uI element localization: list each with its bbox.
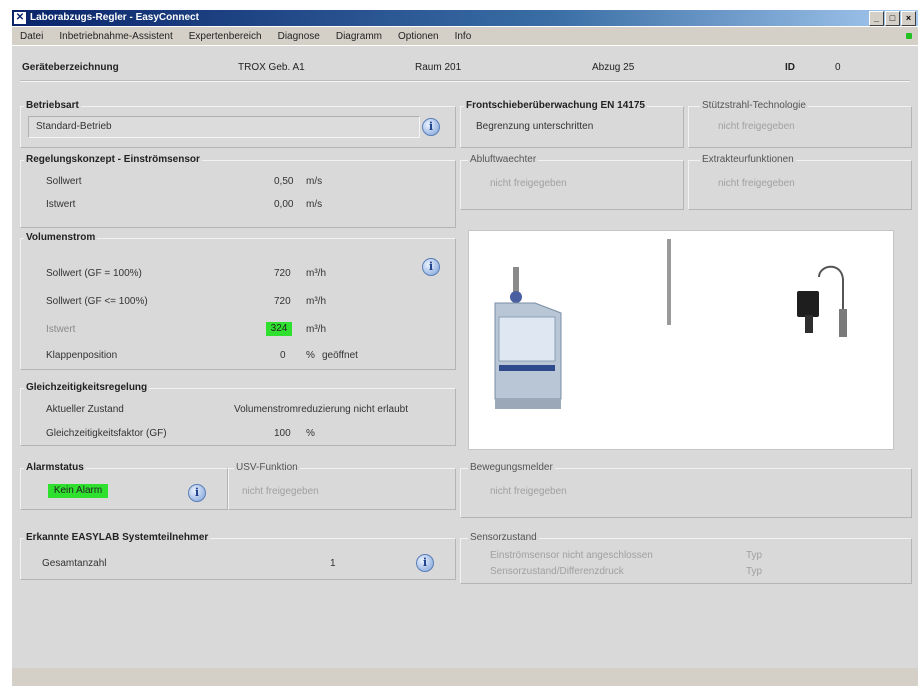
menu-optionen[interactable]: Optionen xyxy=(390,31,447,42)
title-bar: ✕ Laborabzugs-Regler - EasyConnect _ □ × xyxy=(12,10,918,26)
bewegung-title: Bewegungsmelder xyxy=(468,462,555,473)
fume-hood-image xyxy=(468,230,894,450)
alarmstatus-info-icon[interactable]: i xyxy=(188,484,206,502)
betriebsart-info-icon[interactable]: i xyxy=(422,118,440,136)
regelung-soll-label: Sollwert xyxy=(46,176,82,187)
fume-hood-illustration xyxy=(494,239,847,409)
vol-klappe-state: geöffnet xyxy=(322,350,358,361)
vol-soll-le100-value: 720 xyxy=(274,296,291,307)
gz-zustand-value: Volumenstromreduzierung nicht erlaubt xyxy=(234,404,408,415)
vol-klappe-unit: % xyxy=(306,350,315,361)
alarmstatus-value: Kein Alarm xyxy=(48,484,108,498)
vol-ist-label: Istwert xyxy=(46,324,76,335)
gz-zustand-label: Aktueller Zustand xyxy=(46,404,124,415)
regelung-soll-value: 0,50 xyxy=(274,176,294,187)
main-area: Geräteberzeichnung TROX Geb. A1 Raum 201… xyxy=(12,46,918,668)
minimize-button[interactable]: _ xyxy=(869,11,884,26)
abluft-value: nicht freigegeben xyxy=(490,178,567,189)
frontschieber-title: Frontschieberüberwachung EN 14175 xyxy=(464,100,647,111)
gz-faktor-label: Gleichzeitigkeitsfaktor (GF) xyxy=(46,428,167,439)
menu-info[interactable]: Info xyxy=(447,31,480,42)
menu-datei[interactable]: Datei xyxy=(12,31,51,42)
easylab-title: Erkannte EASYLAB Systemteilnehmer xyxy=(24,532,211,543)
regelung-group xyxy=(20,160,456,228)
easylab-info-icon[interactable]: i xyxy=(416,554,434,572)
actuator-body xyxy=(797,291,819,317)
alarmstatus-title: Alarmstatus xyxy=(24,462,86,473)
vol-soll-le100-label: Sollwert (GF <= 100%) xyxy=(46,296,148,307)
gleichzeitigkeit-title: Gleichzeitigkeitsregelung xyxy=(24,382,150,393)
bewegung-value: nicht freigegeben xyxy=(490,486,567,497)
sensor-row2-value: Typ xyxy=(746,566,763,577)
sensorzustand-group xyxy=(460,538,912,584)
hood-controller-strip xyxy=(499,365,555,371)
regelung-ist-value: 0,00 xyxy=(274,199,294,210)
vol-soll-le100-unit: m³/h xyxy=(306,296,326,307)
sensor-row2-label: Sensorzustand/Differenzdruck xyxy=(490,566,624,577)
extrakteur-title: Extrakteurfunktionen xyxy=(700,154,796,165)
hood-name: Abzug 25 xyxy=(592,62,635,73)
menu-diagnose[interactable]: Diagnose xyxy=(270,31,328,42)
menu-inbetriebnahme[interactable]: Inbetriebnahme-Assistent xyxy=(51,31,180,42)
gz-faktor-value: 100 xyxy=(274,428,291,439)
device-label: Geräteberzeichnung xyxy=(22,62,119,73)
betriebsart-title: Betriebsart xyxy=(24,100,81,111)
volumenstrom-title: Volumenstrom xyxy=(24,232,98,243)
id-value: 0 xyxy=(835,62,841,73)
sensor-rod xyxy=(839,309,847,337)
easylab-label: Gesamtanzahl xyxy=(42,558,107,569)
hood-fan-icon xyxy=(510,291,522,303)
regelung-ist-label: Istwert xyxy=(46,199,76,210)
hood-base xyxy=(495,399,561,409)
betriebsart-value: Standard-Betrieb xyxy=(36,121,112,132)
vol-klappe-value: 0 xyxy=(280,350,286,361)
vol-klappe-label: Klappenposition xyxy=(46,350,118,361)
stuetzstrahl-value: nicht freigegeben xyxy=(718,121,795,132)
vol-soll100-label: Sollwert (GF = 100%) xyxy=(46,268,142,279)
window-title: Laborabzugs-Regler - EasyConnect xyxy=(30,12,199,23)
hood-sash xyxy=(498,316,556,362)
usv-value: nicht freigegeben xyxy=(242,486,319,497)
extrakteur-value: nicht freigegeben xyxy=(718,178,795,189)
abluft-title: Abluftwaechter xyxy=(468,154,539,165)
vol-soll100-value: 720 xyxy=(274,268,291,279)
status-bar xyxy=(12,668,918,686)
gz-faktor-unit: % xyxy=(306,428,315,439)
connection-status-indicator xyxy=(906,33,912,39)
menu-bar: Datei Inbetriebnahme-Assistent Expertenb… xyxy=(12,27,918,45)
maximize-button[interactable]: □ xyxy=(885,11,900,26)
sensor-row1-label: Einströmsensor nicht angeschlossen xyxy=(490,550,653,561)
sensorzustand-title: Sensorzustand xyxy=(468,532,539,543)
vol-ist-value: 324 xyxy=(266,322,292,336)
vol-ist-unit: m³/h xyxy=(306,324,326,335)
close-button[interactable]: × xyxy=(901,11,916,26)
duct-pipe xyxy=(667,239,671,325)
stuetzstrahl-title: Stützstrahl-Technologie xyxy=(700,100,808,111)
usv-title: USV-Funktion xyxy=(234,462,300,473)
regelung-title: Regelungskonzept - Einströmsensor xyxy=(24,154,202,165)
regelung-soll-unit: m/s xyxy=(306,176,323,187)
menu-expertenbereich[interactable]: Expertenbereich xyxy=(181,31,270,42)
id-label: ID xyxy=(785,62,795,73)
easylab-value: 1 xyxy=(330,558,336,569)
frontschieber-value: Begrenzung unterschritten xyxy=(476,121,594,132)
vol-soll100-unit: m³/h xyxy=(306,268,326,279)
actuator-shaft xyxy=(805,315,813,333)
actuator-cable xyxy=(818,265,844,313)
regelung-ist-unit: m/s xyxy=(306,199,323,210)
room-name: Raum 201 xyxy=(415,62,462,73)
menu-diagramm[interactable]: Diagramm xyxy=(328,31,390,42)
sensor-row1-value: Typ xyxy=(746,550,763,561)
app-logo-icon: ✕ xyxy=(14,12,26,24)
device-name: TROX Geb. A1 xyxy=(238,62,305,73)
volumenstrom-info-icon[interactable]: i xyxy=(422,258,440,276)
